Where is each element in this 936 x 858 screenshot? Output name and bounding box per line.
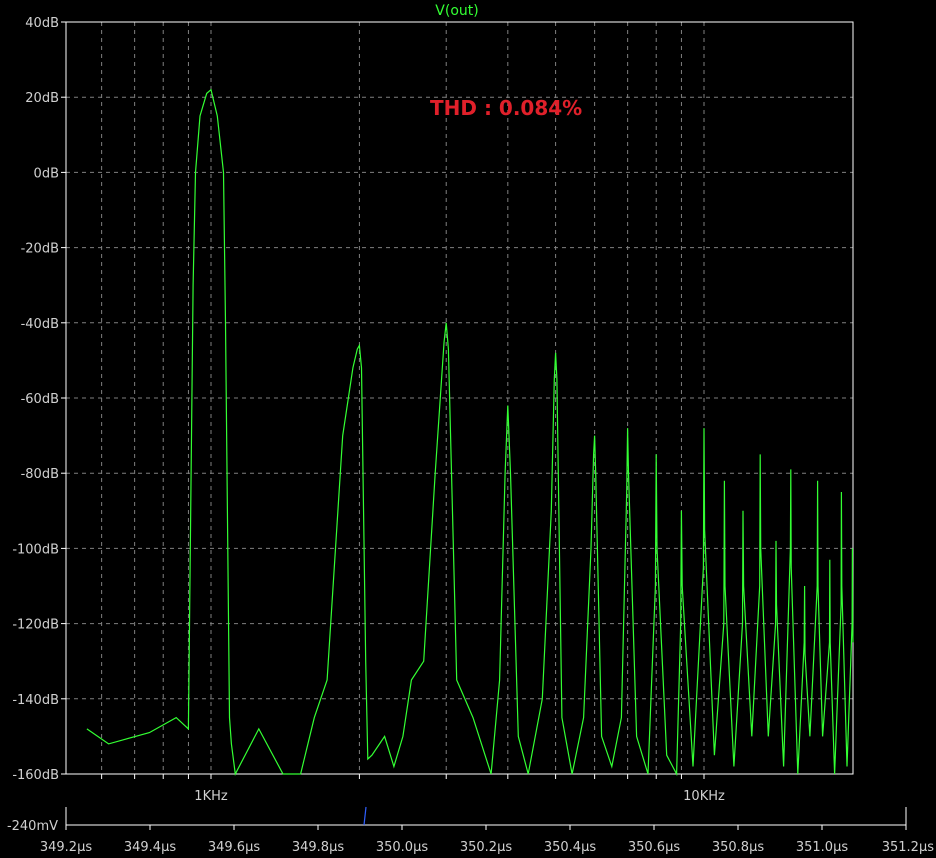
- x-tick-label: 1KHz: [194, 789, 228, 804]
- y-tick-label: -20dB: [21, 242, 59, 257]
- time-tick-label: 350.0µs: [376, 840, 428, 855]
- time-tick-label: 349.8µs: [292, 840, 344, 855]
- x-tick-label: 10KHz: [683, 789, 725, 804]
- time-tick-label: 349.2µs: [40, 840, 92, 855]
- time-tick-label: 351.2µs: [882, 840, 934, 855]
- y-tick-label: -120dB: [12, 618, 59, 633]
- time-tick-label: 350.2µs: [460, 840, 512, 855]
- grid: [66, 22, 853, 774]
- y-tick-label: -160dB: [12, 768, 59, 783]
- time-tick-label: 349.6µs: [208, 840, 260, 855]
- time-tick-label: 350.8µs: [712, 840, 764, 855]
- y-tick-label: -100dB: [12, 542, 59, 557]
- time-tick-label: 351.0µs: [796, 840, 848, 855]
- y-tick-label: -140dB: [12, 693, 59, 708]
- time-axis: -240mV 349.2µs 349.4µs 349.6µs 349.8µs 350.0µ…: [7, 806, 934, 855]
- y-tick-label: 0dB: [34, 166, 59, 181]
- x-axis-ticks: 1KHz 10KHz: [101, 774, 725, 804]
- y-tick-label: 20dB: [25, 91, 59, 106]
- y-tick-label: -80dB: [21, 467, 59, 482]
- time-tick-label: 350.6µs: [628, 840, 680, 855]
- time-axis-marker: [363, 806, 367, 826]
- time-tick-label: 350.4µs: [544, 840, 596, 855]
- y-tick-label: -40dB: [21, 317, 59, 332]
- time-tick-label: 349.4µs: [124, 840, 176, 855]
- y-tick-label: -60dB: [21, 392, 59, 407]
- y-tick-label: 40dB: [25, 16, 59, 31]
- thd-spectrum-chart: V(out) 40dB 20dB 0dB -20dB -40dB -60dB -80dB -1…: [7, 3, 934, 855]
- y-axis-ticks: 40dB 20dB 0dB -20dB -40dB -60dB -80dB -100dB -12…: [12, 16, 66, 783]
- vout-trace: [86, 88, 854, 777]
- chart-title: V(out): [435, 3, 478, 19]
- thd-annotation: THD : 0.084%: [430, 96, 582, 120]
- time-axis-label: -240mV: [7, 819, 58, 834]
